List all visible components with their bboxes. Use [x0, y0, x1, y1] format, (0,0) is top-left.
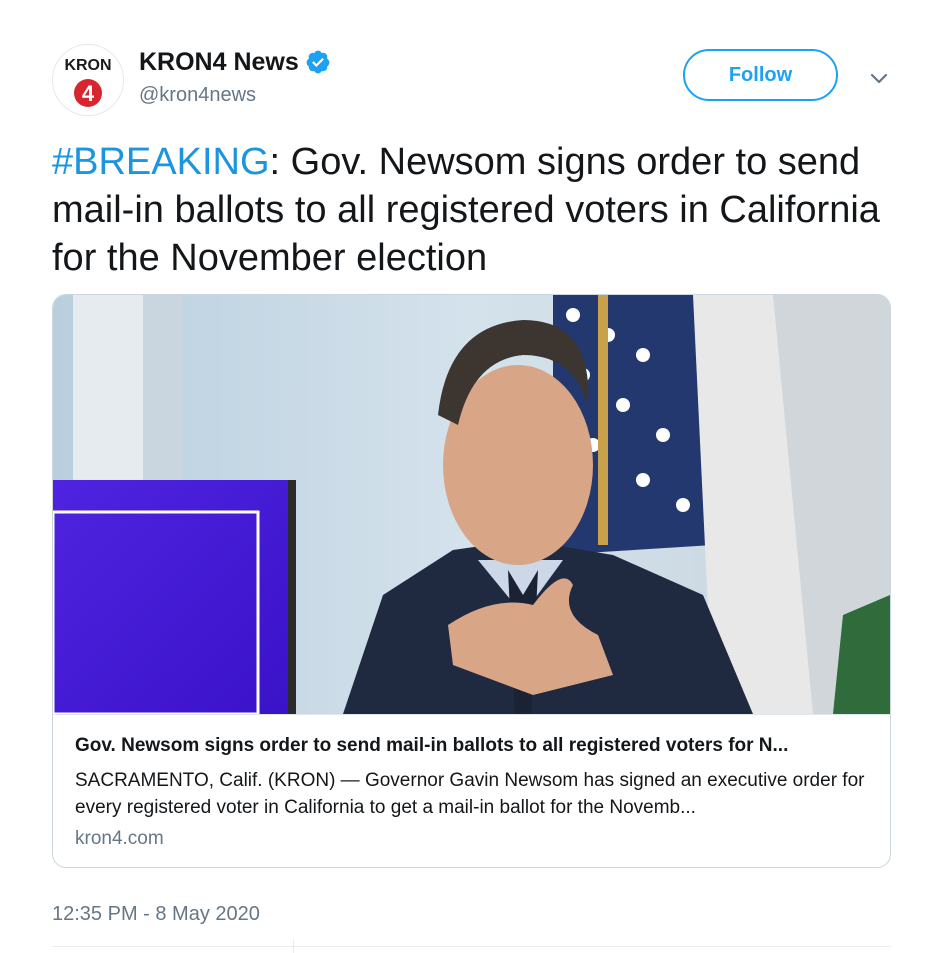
hashtag-link[interactable]: #BREAKING — [52, 141, 270, 183]
card-title[interactable]: Gov. Newsom signs order to send mail-in … — [75, 735, 875, 757]
svg-text:4: 4 — [82, 81, 95, 106]
chevron-down-icon[interactable] — [866, 66, 892, 92]
tweet-timestamp[interactable]: 12:35 PM - 8 May 2020 — [52, 903, 260, 926]
divider-tick — [293, 940, 294, 953]
card-description: SACRAMENTO, Calif. (KRON) — Governor Gav… — [75, 770, 865, 818]
account-handle[interactable]: @kron4news — [139, 84, 256, 107]
verified-badge-icon — [305, 49, 331, 75]
link-card[interactable]: Gov. Newsom signs order to send mail-in … — [52, 294, 891, 868]
card-domain: kron4.com — [75, 828, 164, 849]
display-name[interactable]: KRON4 News — [139, 48, 299, 77]
link-card-body[interactable]: Gov. Newsom signs order to send mail-in … — [53, 714, 890, 867]
tweet-text: #BREAKING: Gov. Newsom signs order to se… — [52, 138, 902, 282]
divider — [52, 946, 891, 947]
svg-text:KRON: KRON — [64, 57, 111, 74]
follow-button[interactable]: Follow — [683, 49, 838, 101]
news-photo-image — [53, 295, 890, 714]
avatar[interactable]: KRON 4 — [52, 44, 124, 116]
kron4-logo-icon: KRON 4 — [53, 45, 123, 115]
author-name-row[interactable]: KRON4 News — [139, 46, 331, 78]
